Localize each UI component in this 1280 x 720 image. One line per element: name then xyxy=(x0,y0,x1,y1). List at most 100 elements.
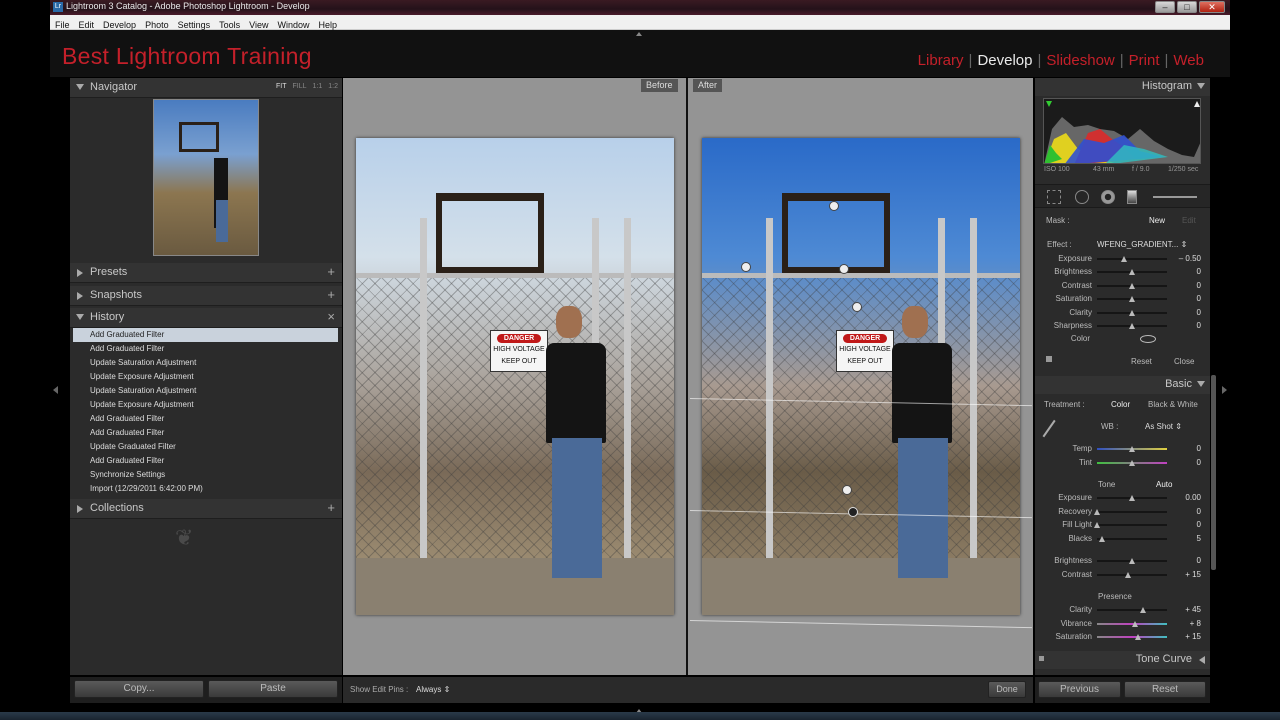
slider-track[interactable] xyxy=(1097,524,1167,526)
slider-value[interactable]: 0 xyxy=(1171,520,1201,529)
tone-auto-button[interactable]: Auto xyxy=(1156,480,1172,489)
clear-history-icon[interactable]: × xyxy=(327,309,335,324)
menu-help[interactable]: Help xyxy=(314,17,342,31)
collapse-left-panel-icon[interactable] xyxy=(53,386,58,394)
menu-tools[interactable]: Tools xyxy=(214,17,244,31)
edit-pin[interactable] xyxy=(829,201,839,211)
collapse-top-panel-icon[interactable] xyxy=(636,32,642,36)
graduated-filter-tool-icon[interactable] xyxy=(1127,190,1137,204)
history-item[interactable]: Add Graduated Filter xyxy=(73,328,338,342)
zoom-fill[interactable]: FILL xyxy=(293,83,307,90)
history-item[interactable]: Update Saturation Adjustment xyxy=(73,356,338,370)
module-web[interactable]: Web xyxy=(1173,52,1204,69)
history-item[interactable]: Add Graduated Filter xyxy=(73,426,338,440)
slider-track[interactable] xyxy=(1097,636,1167,638)
add-snapshot-icon[interactable]: + xyxy=(327,287,335,302)
zoom-fit[interactable]: FIT xyxy=(276,83,287,90)
history-item[interactable]: Update Saturation Adjustment xyxy=(73,384,338,398)
mask-edit-button[interactable]: Edit xyxy=(1182,216,1196,225)
slider-knob[interactable] xyxy=(1129,446,1135,452)
slider-knob[interactable] xyxy=(1120,256,1127,262)
treatment-color-button[interactable]: Color xyxy=(1111,400,1130,409)
menu-view[interactable]: View xyxy=(244,17,272,31)
slider-knob[interactable] xyxy=(1129,558,1135,564)
slider-track[interactable] xyxy=(1097,258,1167,260)
history-item[interactable]: Update Exposure Adjustment xyxy=(73,398,338,412)
menu-settings[interactable]: Settings xyxy=(173,17,215,31)
slider-knob[interactable] xyxy=(1129,269,1135,276)
after-photo[interactable]: DANGER HIGH VOLTAGE KEEP OUT xyxy=(702,138,1020,615)
menu-file[interactable]: File xyxy=(50,17,74,31)
slider-knob[interactable] xyxy=(1098,535,1105,542)
menu-window[interactable]: Window xyxy=(273,17,314,31)
slider-knob[interactable] xyxy=(1129,282,1135,289)
panel-switch-icon[interactable] xyxy=(1046,356,1052,362)
edit-pin[interactable] xyxy=(842,485,852,495)
slider-value[interactable]: 0 xyxy=(1171,458,1201,467)
slider-value[interactable]: 0 xyxy=(1171,444,1201,453)
history-item[interactable]: Add Graduated Filter xyxy=(73,412,338,426)
slider-value[interactable]: + 8 xyxy=(1171,619,1201,628)
menu-photo[interactable]: Photo xyxy=(140,17,173,31)
collapse-right-panel-icon[interactable] xyxy=(1222,386,1227,394)
treatment-bw-button[interactable]: Black & White xyxy=(1148,400,1198,409)
minimize-button[interactable]: – xyxy=(1155,1,1175,13)
module-print[interactable]: Print xyxy=(1129,52,1160,69)
spot-removal-tool-icon[interactable] xyxy=(1075,190,1089,204)
history-header[interactable]: History × xyxy=(70,308,342,328)
previous-button[interactable]: Previous xyxy=(1038,681,1121,698)
wb-select[interactable]: As Shot ⇕ xyxy=(1145,422,1182,431)
slider-value[interactable]: 0 xyxy=(1171,267,1201,276)
history-item[interactable]: Add Graduated Filter xyxy=(73,454,338,468)
slider-knob[interactable] xyxy=(1124,571,1131,578)
menu-develop[interactable]: Develop xyxy=(98,17,140,31)
slider-knob[interactable] xyxy=(1129,296,1135,303)
slider-value[interactable]: 0 xyxy=(1171,507,1201,516)
effect-close-button[interactable]: Close xyxy=(1174,357,1194,366)
slider-knob[interactable] xyxy=(1131,620,1138,627)
mask-new-button[interactable]: New xyxy=(1149,216,1165,225)
crop-tool-icon[interactable] xyxy=(1047,190,1061,204)
slider-knob[interactable] xyxy=(1129,459,1135,466)
histogram-header[interactable]: Histogram xyxy=(1035,78,1210,96)
slider-track[interactable] xyxy=(1097,573,1167,576)
slider-knob[interactable] xyxy=(1129,309,1135,316)
paste-settings-button[interactable]: Paste xyxy=(208,680,338,698)
slider-knob[interactable] xyxy=(1129,495,1135,501)
maximize-button[interactable]: □ xyxy=(1177,1,1197,13)
wb-eyedropper-icon[interactable] xyxy=(1042,419,1066,445)
slider-value[interactable]: – 0.50 xyxy=(1171,254,1201,263)
adjustment-brush-tool-icon[interactable] xyxy=(1153,196,1197,198)
before-photo[interactable]: DANGER HIGH VOLTAGE KEEP OUT xyxy=(356,138,674,615)
slider-value[interactable]: 0 xyxy=(1171,556,1201,565)
slider-track[interactable] xyxy=(1097,510,1167,513)
histogram-graph[interactable] xyxy=(1043,98,1201,164)
edit-pin[interactable] xyxy=(839,264,849,274)
collections-header[interactable]: Collections + xyxy=(70,499,342,519)
slider-value[interactable]: 0 xyxy=(1171,294,1201,303)
copy-settings-button[interactable]: Copy... xyxy=(74,680,204,698)
zoom-1-2[interactable]: 1:2 xyxy=(328,83,338,90)
slider-value[interactable]: 0.00 xyxy=(1171,493,1201,502)
done-button[interactable]: Done xyxy=(988,681,1026,698)
slider-value[interactable]: 0 xyxy=(1171,308,1201,317)
module-library[interactable]: Library xyxy=(918,52,964,69)
tone-curve-header[interactable]: Tone Curve xyxy=(1035,651,1210,669)
zoom-1-1[interactable]: 1:1 xyxy=(313,83,323,90)
module-develop[interactable]: Develop xyxy=(977,52,1032,69)
slider-knob[interactable] xyxy=(1134,634,1141,640)
slider-value[interactable]: 5 xyxy=(1171,534,1201,543)
red-eye-tool-icon[interactable] xyxy=(1101,190,1115,204)
slider-knob[interactable] xyxy=(1094,522,1100,528)
slider-knob[interactable] xyxy=(1094,508,1100,515)
history-item[interactable]: Add Graduated Filter xyxy=(73,342,338,356)
menu-edit[interactable]: Edit xyxy=(74,17,99,31)
slider-value[interactable]: + 15 xyxy=(1171,570,1201,579)
slider-value[interactable]: + 45 xyxy=(1171,605,1201,614)
effect-reset-button[interactable]: Reset xyxy=(1131,357,1152,366)
history-item[interactable]: Synchronize Settings xyxy=(73,468,338,482)
navigator-header[interactable]: Navigator FIT FILL 1:1 1:2 xyxy=(70,78,342,98)
edit-pin-selected[interactable] xyxy=(848,507,858,517)
slider-value[interactable]: 0 xyxy=(1171,321,1201,330)
snapshots-header[interactable]: Snapshots + xyxy=(70,286,342,306)
